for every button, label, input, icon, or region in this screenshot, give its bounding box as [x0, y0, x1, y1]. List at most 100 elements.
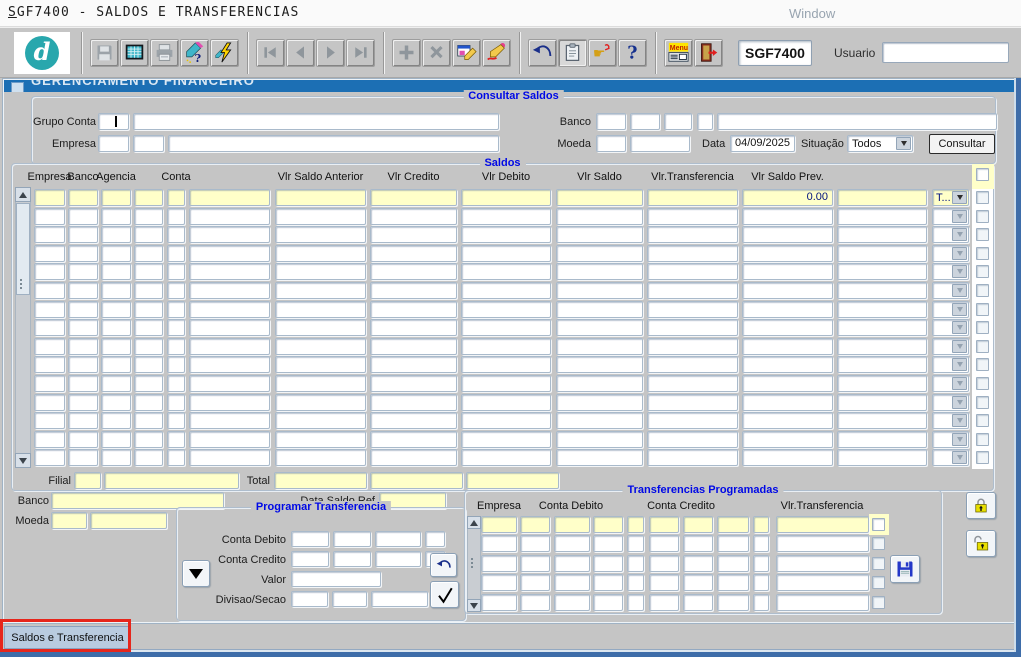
- saldos-cell[interactable]: [189, 189, 270, 206]
- saldos-cell[interactable]: [167, 431, 185, 448]
- saldos-cell[interactable]: [837, 431, 927, 448]
- saldos-cell[interactable]: [275, 412, 366, 429]
- saldos-cell[interactable]: [101, 356, 131, 373]
- transferencia-cell[interactable]: [753, 574, 769, 591]
- conta-debito-field-3[interactable]: [375, 531, 421, 547]
- saldos-cell[interactable]: [167, 189, 185, 206]
- saldos-cell[interactable]: [742, 412, 833, 429]
- saldos-cell[interactable]: [556, 208, 643, 225]
- saldos-cell[interactable]: [275, 282, 366, 299]
- saldos-cell[interactable]: [189, 263, 270, 280]
- moeda-footer-code-field[interactable]: [51, 512, 87, 529]
- saldos-cell[interactable]: [34, 301, 65, 318]
- saldos-cell[interactable]: [101, 301, 131, 318]
- saldos-cell[interactable]: [68, 319, 98, 336]
- saldos-cell[interactable]: [647, 449, 738, 466]
- saldos-cell[interactable]: [742, 394, 833, 411]
- saldos-cell[interactable]: [275, 263, 366, 280]
- saldos-cell[interactable]: [134, 431, 163, 448]
- saldos-cell[interactable]: [134, 301, 163, 318]
- saldos-cell[interactable]: [556, 412, 643, 429]
- saldos-cell[interactable]: [647, 301, 738, 318]
- transferencia-row-checkbox[interactable]: [872, 576, 885, 589]
- help-button[interactable]: ?: [618, 38, 647, 67]
- grupo-conta-desc-field[interactable]: [133, 113, 499, 130]
- dropdown-button[interactable]: [952, 358, 967, 371]
- banco-field-4[interactable]: [697, 113, 713, 130]
- saldos-tipo-dropdown[interactable]: T...: [932, 189, 969, 206]
- saldos-cell[interactable]: [647, 431, 738, 448]
- saldos-cell[interactable]: [34, 282, 65, 299]
- transferencia-cell[interactable]: [649, 555, 679, 572]
- saldos-cell[interactable]: [461, 394, 551, 411]
- saldos-tipo-dropdown[interactable]: [932, 245, 969, 262]
- saldos-cell[interactable]: [742, 356, 833, 373]
- saldos-cell[interactable]: [101, 375, 131, 392]
- saldos-cell[interactable]: [134, 226, 163, 243]
- saldos-cell[interactable]: [556, 319, 643, 336]
- saldos-cell[interactable]: [370, 319, 457, 336]
- saldos-tipo-dropdown[interactable]: [932, 319, 969, 336]
- saldos-cell[interactable]: [134, 208, 163, 225]
- dropdown-button[interactable]: [952, 247, 967, 260]
- transferencia-cell[interactable]: [593, 574, 623, 591]
- transferencia-cell[interactable]: [776, 535, 869, 552]
- transferencia-cell[interactable]: [717, 555, 749, 572]
- saldos-cell[interactable]: [837, 245, 927, 262]
- saldos-scroll-down-button[interactable]: [15, 453, 31, 468]
- saldos-row-checkbox[interactable]: [976, 358, 989, 371]
- dropdown-button[interactable]: [952, 396, 967, 409]
- saldos-cell[interactable]: [647, 245, 738, 262]
- saldos-cell[interactable]: [34, 412, 65, 429]
- saldos-cell[interactable]: [461, 226, 551, 243]
- saldos-cell[interactable]: [837, 412, 927, 429]
- saldos-cell[interactable]: [34, 245, 65, 262]
- exit-button[interactable]: [694, 38, 723, 67]
- transferencia-cell[interactable]: [627, 555, 644, 572]
- saldos-cell[interactable]: [134, 282, 163, 299]
- saldos-cell[interactable]: [370, 338, 457, 355]
- saldos-cell[interactable]: [189, 282, 270, 299]
- saldos-cell[interactable]: [647, 394, 738, 411]
- saldos-cell[interactable]: [167, 263, 185, 280]
- saldos-cell[interactable]: [742, 263, 833, 280]
- saldos-cell[interactable]: [275, 449, 366, 466]
- saldos-cell[interactable]: [837, 338, 927, 355]
- saldos-tipo-dropdown[interactable]: [932, 263, 969, 280]
- saldos-cell[interactable]: [837, 449, 927, 466]
- saldos-cell[interactable]: [101, 449, 131, 466]
- conta-debito-field-2[interactable]: [333, 531, 371, 547]
- dropdown-button[interactable]: [952, 377, 967, 390]
- transferencia-cell[interactable]: [776, 594, 869, 611]
- saldos-cell[interactable]: [461, 301, 551, 318]
- saldos-cell[interactable]: [275, 338, 366, 355]
- saldos-cell[interactable]: [68, 394, 98, 411]
- usuario-input[interactable]: [882, 42, 1009, 63]
- saldos-cell[interactable]: [189, 338, 270, 355]
- saldos-cell[interactable]: [34, 431, 65, 448]
- menu-button[interactable]: Menu: [664, 38, 693, 67]
- transferencia-cell[interactable]: [717, 535, 749, 552]
- saldos-cell[interactable]: [370, 412, 457, 429]
- saldos-cell[interactable]: [461, 338, 551, 355]
- situacao-dropdown[interactable]: Todos: [847, 135, 913, 152]
- save-button[interactable]: [90, 38, 119, 67]
- saldos-cell[interactable]: [647, 356, 738, 373]
- saldos-cell[interactable]: [275, 226, 366, 243]
- saldos-tipo-dropdown[interactable]: [932, 412, 969, 429]
- conta-credito-field-1[interactable]: [291, 551, 329, 567]
- banco-field-2[interactable]: [630, 113, 660, 130]
- conta-debito-field-4[interactable]: [425, 531, 445, 547]
- saldos-cell[interactable]: [189, 375, 270, 392]
- transferencia-cell[interactable]: [649, 516, 679, 533]
- lock-button[interactable]: [966, 492, 996, 519]
- transferencia-cell[interactable]: [593, 555, 623, 572]
- saldos-cell[interactable]: [101, 208, 131, 225]
- saldos-cell[interactable]: [275, 208, 366, 225]
- transferencia-cell[interactable]: [520, 535, 550, 552]
- dropdown-button[interactable]: [952, 340, 967, 353]
- saldos-cell[interactable]: [189, 394, 270, 411]
- saldos-cell[interactable]: [837, 226, 927, 243]
- saldos-cell[interactable]: [461, 245, 551, 262]
- saldos-cell[interactable]: [167, 208, 185, 225]
